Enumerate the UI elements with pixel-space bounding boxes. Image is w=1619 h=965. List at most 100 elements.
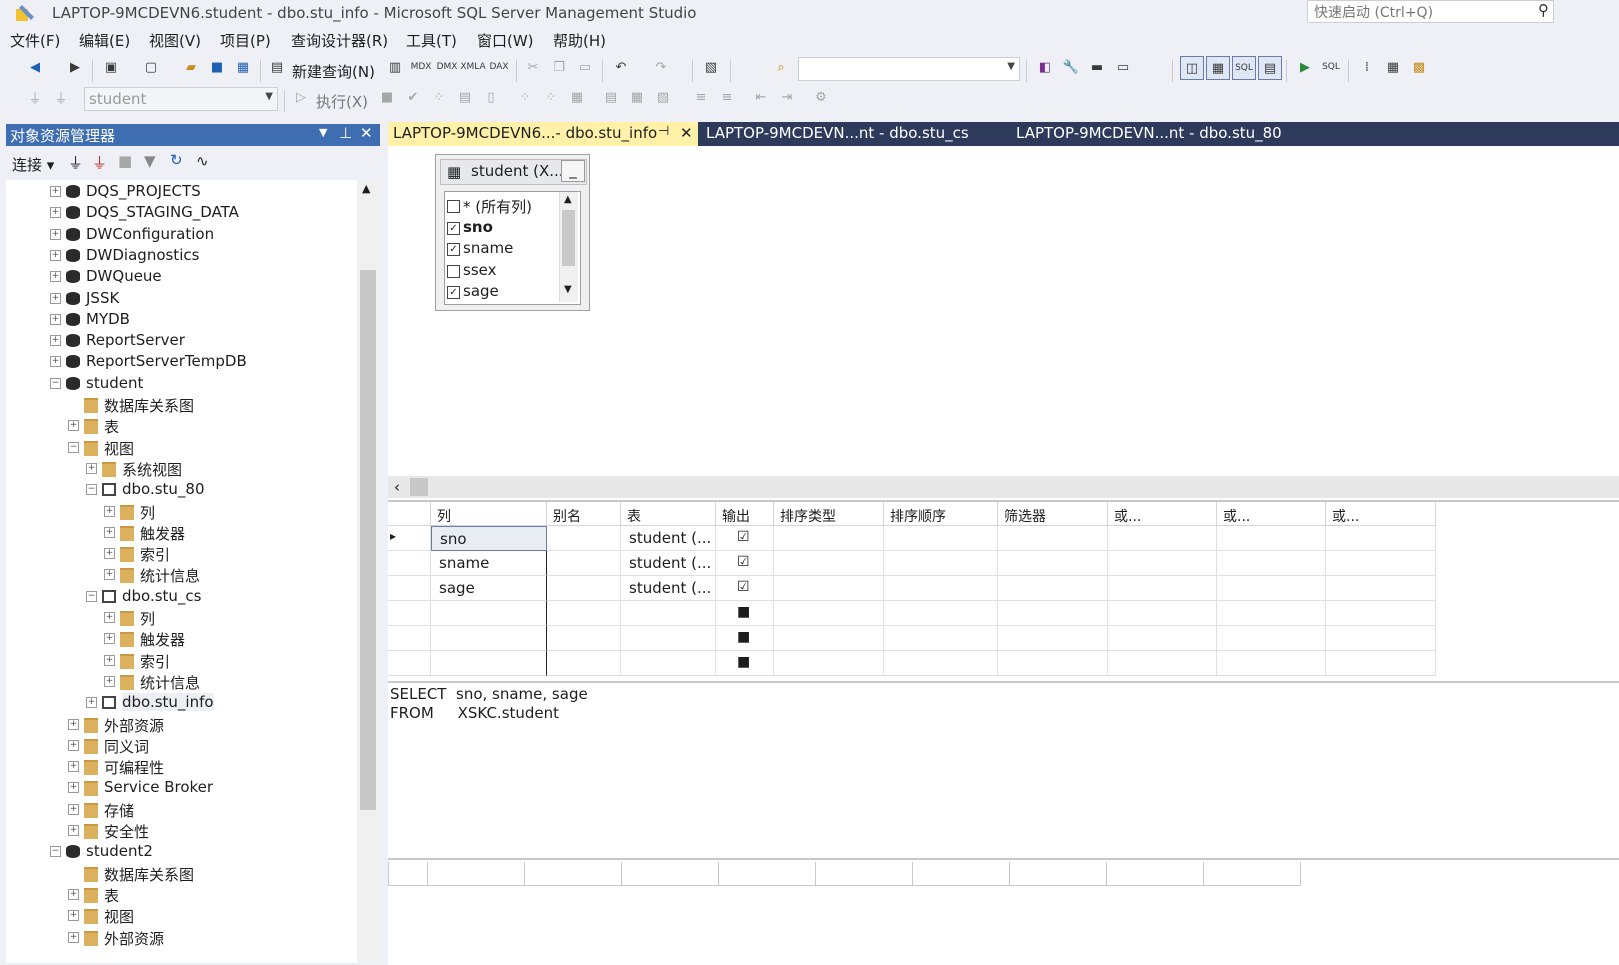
column-list-scrollbar[interactable]: ▲ ▼ (559, 192, 578, 302)
grid-header[interactable]: 筛选器 (998, 502, 1108, 526)
expand-icon[interactable]: + (68, 931, 79, 943)
output-checkbox[interactable]: ■ (737, 629, 750, 645)
collapse-icon[interactable]: − (86, 590, 97, 602)
row-selector[interactable] (388, 626, 431, 651)
grid-cell[interactable] (884, 626, 998, 651)
pin-icon[interactable]: ⊣ (658, 124, 669, 139)
expand-icon[interactable]: + (104, 548, 115, 560)
save-icon[interactable]: ■ (206, 56, 228, 78)
results-cell[interactable] (1010, 862, 1107, 886)
scroll-left-icon[interactable]: ‹ (394, 478, 400, 496)
results-cell[interactable] (1107, 862, 1204, 886)
row-selector[interactable] (388, 651, 431, 676)
command-window-icon[interactable]: ▭ (1112, 56, 1134, 78)
grid-cell[interactable] (1326, 601, 1436, 626)
results-cell[interactable] (913, 862, 1010, 886)
grid-cell[interactable] (884, 526, 998, 551)
activity-monitor-icon[interactable]: ∿ (196, 152, 209, 170)
output-checkbox[interactable]: ☑ (737, 579, 750, 595)
diagram-horizontal-scrollbar[interactable]: ‹ (388, 476, 1619, 498)
pin-icon[interactable]: ⊥ (339, 124, 352, 142)
expand-icon[interactable]: + (68, 803, 79, 815)
grid-cell[interactable] (1217, 626, 1326, 651)
expand-icon[interactable]: + (68, 782, 79, 794)
results-to-file-icon[interactable]: ▧ (652, 86, 674, 108)
expand-icon[interactable]: + (50, 228, 61, 240)
grid-cell-table[interactable] (621, 601, 716, 626)
collapse-icon[interactable]: − (68, 441, 79, 453)
uncomment-icon[interactable]: ≡ (716, 86, 738, 108)
connect-icon[interactable]: ⏚ (24, 86, 46, 108)
cut-icon[interactable]: ✂ (522, 56, 544, 78)
dropdown-icon[interactable]: ▼ (319, 126, 327, 139)
output-checkbox[interactable]: ☑ (737, 554, 750, 570)
expand-icon[interactable]: + (68, 718, 79, 730)
grid-cell-table[interactable] (621, 626, 716, 651)
column-checkbox-checked[interactable]: ✓ (447, 221, 460, 235)
decrease-indent-icon[interactable]: ⇤ (750, 86, 772, 108)
grid-cell-alias[interactable] (547, 576, 621, 601)
paste-icon[interactable]: ▭ (574, 56, 596, 78)
live-stats-icon[interactable]: ⁘ (540, 86, 562, 108)
scroll-up-icon[interactable]: ▲ (564, 194, 572, 205)
execute-button[interactable]: 执行(X) (316, 91, 368, 112)
column-checkbox[interactable] (447, 264, 460, 278)
filter-icon[interactable]: ▼ (144, 152, 156, 170)
grid-cell[interactable] (884, 576, 998, 601)
grid-header[interactable]: 别名 (547, 502, 621, 526)
available-databases-dropdown[interactable]: student ▼ (84, 87, 278, 111)
group-by-icon[interactable]: ⁞ (1356, 56, 1378, 78)
results-cell[interactable] (525, 862, 622, 886)
menu-tools[interactable]: 工具(T) (406, 30, 457, 51)
grid-cell-alias[interactable] (547, 651, 621, 676)
close-tab-icon[interactable]: ✕ (680, 124, 693, 142)
grid-cell[interactable] (1108, 526, 1217, 551)
collapse-icon[interactable]: − (50, 377, 61, 389)
expand-icon[interactable]: + (50, 207, 61, 219)
expand-icon[interactable]: + (104, 675, 115, 687)
grid-cell[interactable] (774, 551, 884, 576)
execute-icon[interactable]: ▷ (290, 86, 312, 108)
grid-cell-table[interactable]: student (... (621, 551, 716, 576)
expand-icon[interactable]: + (50, 249, 61, 261)
row-selector[interactable] (388, 576, 431, 601)
forward-icon[interactable]: ▶ (64, 56, 86, 78)
sql-line-select[interactable]: SELECT sno, sname, sage (390, 685, 588, 703)
change-connection-icon[interactable]: ⏚ (50, 86, 72, 108)
grid-cell[interactable] (774, 576, 884, 601)
grid-cell[interactable] (774, 526, 884, 551)
grid-cell-alias[interactable] (547, 526, 621, 551)
grid-cell-output[interactable]: ■ (716, 626, 774, 651)
grid-cell[interactable] (1217, 551, 1326, 576)
results-cell[interactable] (622, 862, 719, 886)
expand-icon[interactable]: + (50, 292, 61, 304)
menu-help[interactable]: 帮助(H) (553, 30, 606, 51)
grid-cell[interactable] (1217, 601, 1326, 626)
cancel-execution-icon[interactable]: ■ (376, 86, 398, 108)
grid-cell-output[interactable]: ■ (716, 601, 774, 626)
expand-icon[interactable]: + (50, 356, 61, 368)
column-checkbox[interactable] (447, 200, 460, 213)
expand-icon[interactable]: + (50, 335, 61, 347)
grid-cell[interactable] (998, 626, 1108, 651)
grid-cell[interactable] (1326, 626, 1436, 651)
search-icon[interactable]: ⚲ (1538, 1, 1549, 19)
grid-cell-column[interactable] (431, 626, 547, 651)
grid-cell[interactable] (1217, 576, 1326, 601)
grid-cell[interactable] (1108, 551, 1217, 576)
toolbox-icon[interactable]: ▬ (1086, 56, 1108, 78)
menu-view[interactable]: 视图(V) (149, 30, 201, 51)
minimize-icon[interactable]: _ (561, 160, 585, 182)
grid-header[interactable]: 排序顺序 (884, 502, 998, 526)
grid-cell[interactable] (1108, 601, 1217, 626)
comment-icon[interactable]: ≡ (690, 86, 712, 108)
add-table-icon[interactable]: ▦ (1382, 56, 1404, 78)
expand-icon[interactable]: + (68, 420, 79, 432)
menu-project[interactable]: 项目(P) (220, 30, 271, 51)
open-file-icon[interactable]: ▰ (180, 56, 202, 78)
grid-cell[interactable] (774, 601, 884, 626)
scroll-up-icon[interactable]: ▲ (362, 182, 370, 195)
expand-icon[interactable]: + (104, 654, 115, 666)
expand-icon[interactable]: + (104, 505, 115, 517)
increase-indent-icon[interactable]: ⇥ (776, 86, 798, 108)
